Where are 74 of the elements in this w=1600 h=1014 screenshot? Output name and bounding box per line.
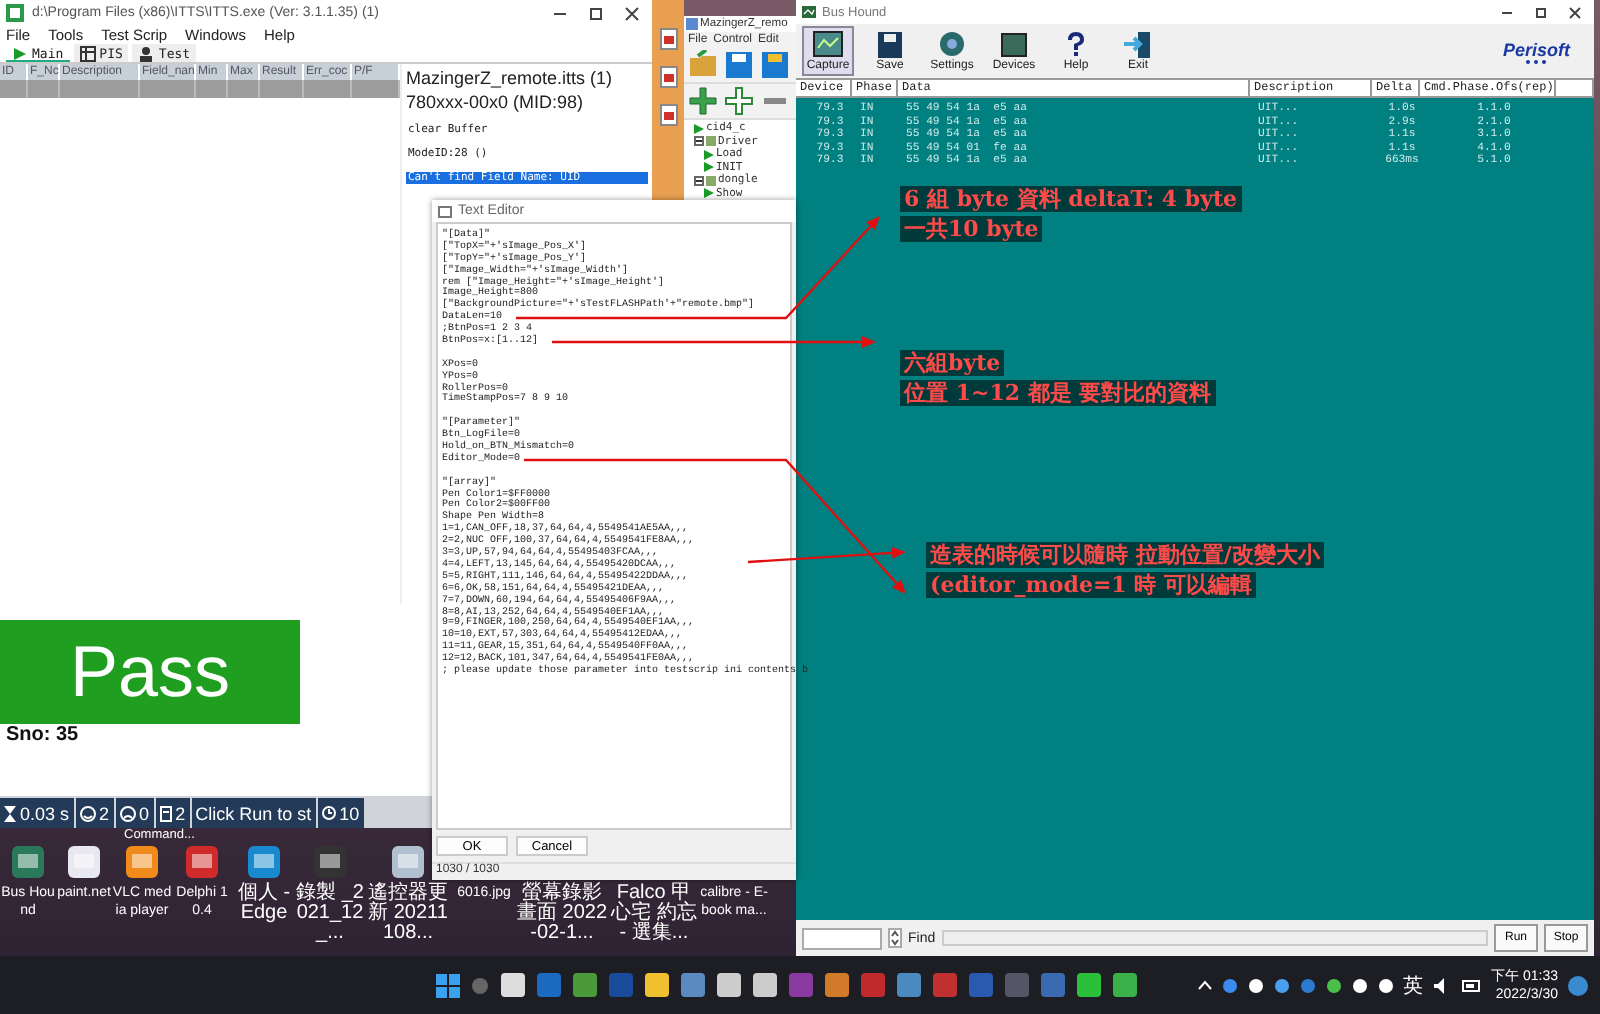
- annotation-text: 位置 1~12 都是 要對比的資料: [900, 380, 1216, 406]
- search-icon[interactable]: [470, 975, 490, 995]
- app-icon: [686, 18, 698, 31]
- status-text: 2: [175, 803, 186, 823]
- person-icon: [138, 45, 155, 61]
- status-text: 0: [139, 803, 150, 823]
- status-text: 10: [339, 803, 360, 823]
- collapse-icon[interactable]: [694, 175, 704, 186]
- close-icon[interactable]: [1568, 5, 1582, 19]
- icon-label[interactable]: Falco 甲心宅 約忘 - 選集...: [608, 884, 700, 944]
- shortcut-icon[interactable]: [390, 844, 426, 880]
- result-panel: Pass: [0, 620, 300, 724]
- document-icon: [159, 805, 172, 821]
- pdf-file-icon: [659, 66, 677, 88]
- shortcut-icon[interactable]: [246, 844, 282, 880]
- annotation-text: (editor_mode=1 時 可以編輯: [926, 572, 1256, 598]
- node-icon: [706, 175, 716, 186]
- pdf-file-icon: [659, 104, 677, 126]
- play-icon: [704, 188, 714, 199]
- clock-icon: [321, 806, 336, 820]
- logo-text: Perisoft: [1502, 39, 1570, 59]
- shortcut-icon[interactable]: [184, 844, 220, 880]
- script-title: MazingerZ_remote.itts (1): [406, 68, 615, 88]
- status-text: 0.03 s: [20, 803, 70, 823]
- icon-label[interactable]: 個人 - Edge: [232, 884, 296, 924]
- notification-icon[interactable]: [1568, 975, 1588, 995]
- spinner-icon[interactable]: [888, 928, 902, 948]
- folder-icon[interactable]: [688, 50, 718, 80]
- maximize-icon[interactable]: [588, 5, 604, 21]
- icon-label[interactable]: 螢幕錄影畫面 2022-02-1...: [516, 884, 608, 944]
- gear-icon: [936, 30, 968, 58]
- plus-icon[interactable]: [688, 86, 718, 116]
- frown-icon: [119, 805, 136, 821]
- maximize-icon[interactable]: [1534, 5, 1548, 19]
- grid-icon: [79, 45, 96, 61]
- play-icon: [694, 123, 704, 134]
- window-icon: [438, 205, 452, 217]
- capture-list[interactable]: [796, 98, 1594, 920]
- app-icon[interactable]: [644, 972, 670, 998]
- app-icon[interactable]: [824, 972, 850, 998]
- ime-indicator[interactable]: 英: [1403, 971, 1424, 999]
- shortcut-icon[interactable]: [124, 844, 160, 880]
- pdf-file-icon: [659, 28, 677, 50]
- chip-icon: [998, 30, 1030, 58]
- annotation-text: 6 組 byte 資料 deltaT: 4 byte: [900, 186, 1242, 212]
- battery-icon[interactable]: [1461, 979, 1482, 991]
- annotation-text: 一共10 byte: [900, 216, 1043, 242]
- app-icon[interactable]: [1076, 972, 1102, 998]
- start-icon[interactable]: [436, 973, 460, 997]
- shortcut-icon[interactable]: [66, 844, 102, 880]
- annotation-text: 造表的時候可以隨時 拉動位置/改變大小: [926, 542, 1324, 568]
- annotation-text: 六組byte: [900, 350, 1005, 376]
- chevron-icon[interactable]: [1197, 980, 1212, 990]
- hourglass-icon: [4, 805, 16, 821]
- status-text: 2: [99, 803, 110, 823]
- monitor-icon: [812, 30, 844, 58]
- plus-icon[interactable]: [724, 86, 754, 116]
- status-text: Click Run to st: [195, 803, 312, 823]
- app-icon: [802, 6, 816, 18]
- app-icon[interactable]: [1112, 972, 1138, 998]
- app-icon[interactable]: [500, 972, 526, 998]
- icon-label[interactable]: 錄製 _2021_12_...: [296, 884, 364, 944]
- app-icon[interactable]: [716, 972, 742, 998]
- node-icon: [706, 136, 716, 147]
- smile-icon: [79, 805, 96, 821]
- collapse-icon[interactable]: [694, 136, 704, 147]
- close-icon[interactable]: [624, 5, 640, 21]
- door-icon: [1122, 30, 1154, 58]
- serial-label: Sno: 35: [4, 724, 81, 746]
- find-field[interactable]: [802, 927, 882, 949]
- app-icon[interactable]: [752, 972, 778, 998]
- icon-label[interactable]: 遙控器更新 20211108...: [364, 884, 452, 944]
- shortcut-icon[interactable]: [10, 844, 46, 880]
- model-label: 780xxx-00x0 (MID:98): [406, 92, 586, 112]
